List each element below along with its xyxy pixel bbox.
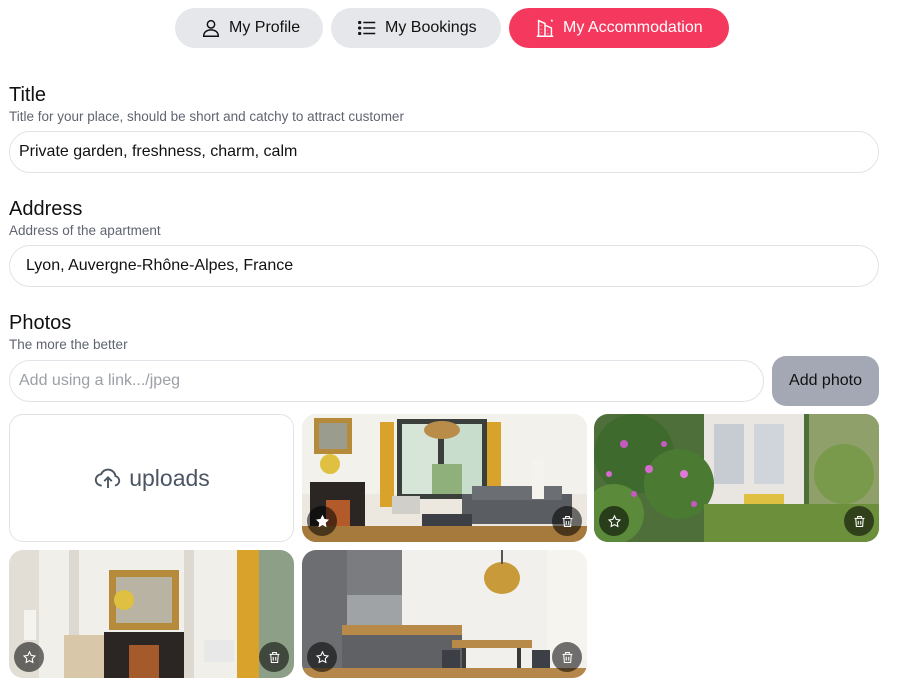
- delete-photo-button[interactable]: [552, 506, 582, 536]
- title-heading: Title: [9, 84, 47, 106]
- nav-my-accommodation[interactable]: My Accommodation: [509, 8, 729, 48]
- photo-tile[interactable]: [594, 414, 879, 542]
- account-nav: My Profile My Bookings My Accommodation: [0, 8, 901, 48]
- title-section: Title Title for your place, should be sh…: [9, 83, 879, 173]
- upload-label: uploads: [129, 464, 210, 491]
- photo-living-room-fireplace: [302, 414, 587, 542]
- photos-heading: Photos: [9, 312, 72, 334]
- delete-photo-button[interactable]: [259, 642, 289, 672]
- photo-kitchen-dining: [302, 550, 587, 678]
- nav-bookings-label: My Bookings: [385, 19, 477, 36]
- photo-tile[interactable]: [9, 550, 294, 678]
- delete-photo-button[interactable]: [552, 642, 582, 672]
- list-icon: [358, 20, 376, 36]
- photo-tile[interactable]: [302, 550, 587, 678]
- delete-photo-button[interactable]: [844, 506, 874, 536]
- address-heading: Address: [9, 198, 83, 220]
- star-outline-icon: [22, 650, 36, 663]
- trash-icon: [562, 515, 572, 527]
- user-icon: [202, 19, 220, 37]
- star-filled-icon: [315, 514, 329, 527]
- cloud-upload-icon: [95, 468, 121, 488]
- star-outline-icon: [315, 650, 329, 663]
- building-icon: [536, 19, 554, 37]
- nav-my-profile[interactable]: My Profile: [175, 8, 323, 48]
- photo-link-input[interactable]: Add using a link.../jpeg: [9, 360, 764, 402]
- photo-garden-flowers: [594, 414, 879, 542]
- trash-icon: [562, 651, 572, 663]
- photos-hint: The more the better: [9, 337, 128, 352]
- upload-tile[interactable]: uploads: [9, 414, 294, 542]
- star-outline-icon: [607, 514, 621, 527]
- address-section: Address Address of the apartment Lyon, A…: [9, 197, 879, 287]
- photo-tile[interactable]: [302, 414, 587, 542]
- set-main-photo-button[interactable]: [14, 642, 44, 672]
- photos-section: Photos The more the better: [9, 311, 879, 353]
- set-main-photo-button[interactable]: [307, 642, 337, 672]
- set-main-photo-button[interactable]: [599, 506, 629, 536]
- trash-icon: [854, 515, 864, 527]
- photo-living-room-mirror: [9, 550, 294, 678]
- add-photo-button[interactable]: Add photo: [772, 356, 879, 406]
- set-main-photo-button[interactable]: [307, 506, 337, 536]
- address-input[interactable]: Lyon, Auvergne-Rhône-Alpes, France: [9, 245, 879, 287]
- title-input[interactable]: Private garden, freshness, charm, calm: [9, 131, 879, 173]
- title-hint: Title for your place, should be short an…: [9, 109, 404, 124]
- nav-my-bookings[interactable]: My Bookings: [331, 8, 501, 48]
- photo-link-row: Add using a link.../jpeg Add photo: [9, 356, 879, 406]
- nav-profile-label: My Profile: [229, 19, 301, 36]
- nav-accommodation-label: My Accommodation: [563, 19, 703, 36]
- address-hint: Address of the apartment: [9, 223, 161, 238]
- trash-icon: [269, 651, 279, 663]
